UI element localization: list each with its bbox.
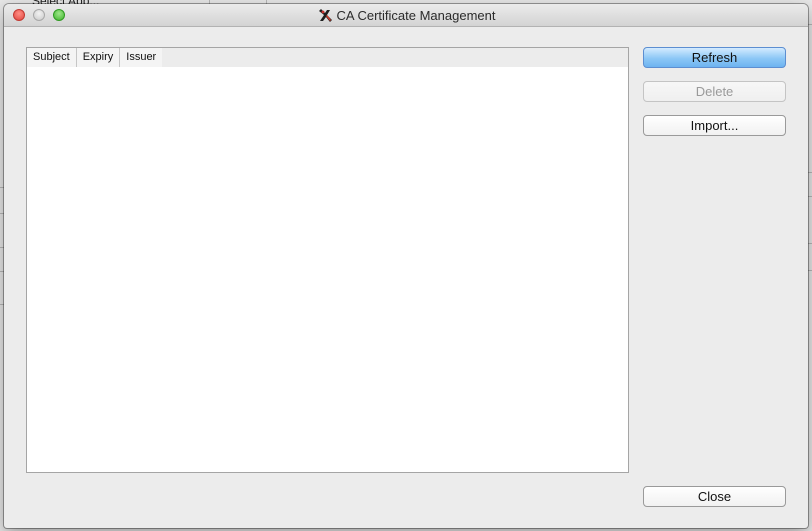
app-logo-icon <box>317 8 333 24</box>
column-header-subject[interactable]: Subject <box>27 48 77 67</box>
window-title: CA Certificate Management <box>336 8 496 23</box>
column-header-expiry[interactable]: Expiry <box>76 48 121 67</box>
close-button[interactable]: Close <box>643 486 786 507</box>
table-header: Subject Expiry Issuer <box>27 48 628 67</box>
refresh-button[interactable]: Refresh <box>643 47 786 68</box>
window-title-group: CA Certificate Management <box>4 4 808 27</box>
column-header-issuer[interactable]: Issuer <box>120 48 163 67</box>
title-bar[interactable]: CA Certificate Management <box>4 4 808 27</box>
ca-certificate-window: CA Certificate Management Subject Expiry… <box>4 4 808 528</box>
import-button[interactable]: Import... <box>643 115 786 136</box>
certificate-table[interactable]: Subject Expiry Issuer <box>26 47 629 473</box>
delete-button[interactable]: Delete <box>643 81 786 102</box>
